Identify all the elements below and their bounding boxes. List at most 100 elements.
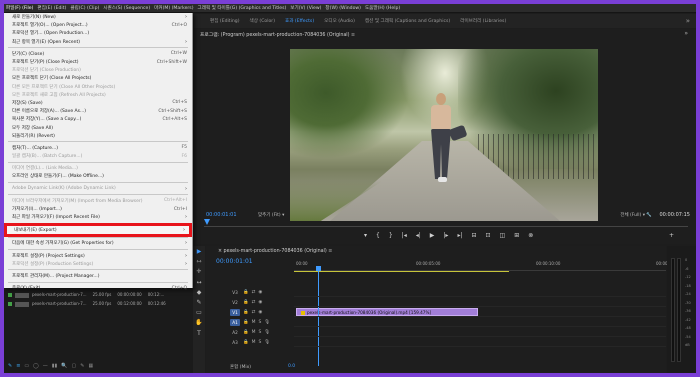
playback-quality-select[interactable]: 전체 (Full) ▾ 🔧: [620, 212, 652, 218]
tool-icon[interactable]: ◆: [197, 289, 202, 296]
menu-item[interactable]: 최근 항목 열기(E) (Open Recent) ›: [4, 38, 192, 46]
menu-item[interactable]: 최근 파일 가져오기(F) (Import Recent File) ›: [4, 213, 192, 221]
transport-button-icon[interactable]: {: [376, 232, 380, 240]
panel-menu-icon[interactable]: »: [684, 30, 688, 37]
sync-icon[interactable]: ⇄: [252, 300, 256, 305]
menu-item[interactable]: 프로젝트 관리자(M)... (Project Manager...): [4, 272, 192, 280]
workspace-tab[interactable]: 캡션 및 그래픽 (Captions and Graphics): [365, 18, 450, 24]
project-tool-icon[interactable]: ▢: [72, 363, 77, 369]
lock-icon[interactable]: 🔒: [243, 330, 249, 335]
timeline-title[interactable]: × pexels-mart-production-7084036 (Origin…: [218, 249, 332, 254]
lock-icon[interactable]: 🔒: [243, 300, 249, 305]
tool-icon[interactable]: ✎: [196, 299, 201, 306]
track-name[interactable]: A1: [230, 319, 240, 326]
lock-icon[interactable]: 🔒: [243, 290, 249, 295]
tool-icon[interactable]: ▭: [196, 309, 202, 316]
timeline-ruler[interactable]: 00:0000:00:05:0000:00:10:0000:00:15:00: [294, 261, 680, 271]
menu-item[interactable]: 프로덕션 열기... (Open Production...): [4, 29, 192, 37]
workspace-tab[interactable]: 색상 (Color): [250, 18, 276, 24]
transport-button-icon[interactable]: ▶: [430, 232, 435, 240]
mic-icon[interactable]: 🎙: [264, 340, 270, 345]
lock-icon[interactable]: 🔒: [243, 340, 249, 345]
work-area-bar[interactable]: [294, 271, 509, 272]
sync-icon[interactable]: ⇄: [252, 290, 256, 295]
track-lane[interactable]: [294, 288, 666, 297]
tool-icon[interactable]: ✋: [195, 319, 202, 326]
add-button-icon[interactable]: +: [669, 232, 674, 240]
menu-item[interactable]: 클립(C) (Clip): [70, 5, 99, 11]
zoom-fit-select[interactable]: 맞추기 (Fit) ▾: [258, 212, 284, 218]
project-item-row[interactable]: pexels-mart-production-7... 25.00 fps 00:0…: [8, 292, 188, 299]
tool-icon[interactable]: ▶: [197, 248, 202, 255]
menu-item[interactable]: 도움말(H) (Help): [365, 5, 400, 11]
menu-item[interactable]: 오프라인 상태로 만들기(F)... (Make Offline...): [4, 172, 192, 180]
project-tool-icon[interactable]: ▮▮: [52, 363, 58, 369]
program-ruler[interactable]: [204, 221, 688, 227]
track-name[interactable]: V1: [230, 309, 240, 316]
transport-button-icon[interactable]: ◂|: [416, 232, 421, 240]
menu-item[interactable]: 되돌리기(R) (Revert): [4, 132, 192, 140]
menu-item-export[interactable]: 내보내기(E) (Export) ›: [4, 223, 192, 238]
track-name[interactable]: V3: [230, 289, 240, 296]
mic-icon[interactable]: 🎙: [264, 330, 270, 335]
mute-icon[interactable]: M: [252, 330, 256, 335]
transport-button-icon[interactable]: }: [389, 232, 393, 240]
project-tool-icon[interactable]: ▭: [24, 363, 29, 369]
project-tool-icon[interactable]: ✎: [80, 363, 84, 369]
eye-icon[interactable]: ◉: [258, 310, 262, 315]
menu-item[interactable]: 모두 저장 (Save All): [4, 123, 192, 131]
mute-icon[interactable]: M: [252, 340, 256, 345]
menu-item[interactable]: 다른 이름으로 저장(A)... (Save As...) Ctrl+Shift+…: [4, 107, 192, 115]
track-name[interactable]: A3: [230, 339, 240, 346]
project-tool-icon[interactable]: —: [43, 363, 48, 369]
transport-button-icon[interactable]: ◫: [500, 232, 506, 240]
transport-button-icon[interactable]: ⊞: [514, 232, 519, 240]
program-monitor-title[interactable]: 프로그램: (Program) pexels-mart-production-7…: [200, 31, 355, 38]
solo-icon[interactable]: S: [259, 340, 262, 345]
menu-item[interactable]: 종료(X) (Exit) Ctrl+Q: [4, 284, 192, 292]
transport-button-icon[interactable]: ⊟: [471, 232, 476, 240]
transport-button-icon[interactable]: ▸|: [457, 232, 462, 240]
track-lane[interactable]: [294, 298, 666, 307]
transport-button-icon[interactable]: ⊡: [486, 232, 491, 240]
transport-button-icon[interactable]: |◂: [402, 232, 407, 240]
sync-icon[interactable]: ⇄: [252, 310, 256, 315]
menu-item[interactable]: 시퀀스(S) (Sequence): [103, 5, 150, 11]
track-lane[interactable]: [294, 338, 666, 347]
track-lane[interactable]: [294, 308, 666, 317]
mix-value[interactable]: 0.0: [288, 364, 295, 369]
project-tool-icon[interactable]: ◯: [33, 363, 39, 369]
eye-icon[interactable]: ◉: [258, 290, 262, 295]
menu-item[interactable]: 다음에 대한 속성 가져오기(G) (Get Properties for) ›: [4, 239, 192, 247]
menu-item[interactable]: 보기(V) (View): [290, 5, 321, 11]
project-tool-icon[interactable]: 🔍: [61, 363, 67, 369]
program-current-timecode[interactable]: 00:00:01:01: [206, 212, 237, 218]
menu-item[interactable]: 프로젝트 설정(P) (Project Settings) ›: [4, 252, 192, 260]
tool-icon[interactable]: T: [197, 330, 201, 337]
menu-item[interactable]: 프로젝트 열기(O)... (Open Project...) Ctrl+O: [4, 21, 192, 29]
track-name[interactable]: V2: [230, 299, 240, 306]
menu-item[interactable]: 캡처(T)... (Capture...) F5: [4, 144, 192, 152]
project-item-row[interactable]: pexels-mart-production-7... 25.00 fps 00:1…: [8, 301, 188, 308]
project-tool-icon[interactable]: ✎: [8, 363, 12, 369]
menu-item[interactable]: 그래픽 및 타이틀(G) (Graphics and Titles): [198, 5, 287, 11]
solo-icon[interactable]: S: [259, 330, 262, 335]
menu-item[interactable]: 파일(F) (File): [6, 5, 33, 11]
menu-item[interactable]: 새로 만들기(N) (New) ›: [4, 13, 192, 21]
workspace-tab[interactable]: 효과 (Effects): [285, 18, 314, 24]
lock-icon[interactable]: 🔒: [243, 310, 249, 315]
transport-button-icon[interactable]: |▸: [443, 232, 448, 240]
mic-icon[interactable]: 🎙: [264, 320, 270, 325]
project-tool-icon[interactable]: ≡: [16, 363, 20, 369]
solo-icon[interactable]: S: [259, 320, 262, 325]
mute-icon[interactable]: M: [252, 320, 256, 325]
menu-item[interactable]: 프로젝트 닫기(P) (Close Project) Ctrl+Shift+W: [4, 58, 192, 66]
workspace-overflow-icon[interactable]: »: [686, 17, 690, 25]
track-name[interactable]: A2: [230, 329, 240, 336]
workspace-tab[interactable]: 오디오 (Audio): [324, 18, 355, 24]
menu-item[interactable]: 편집(E) (Edit): [37, 5, 66, 11]
eye-icon[interactable]: ◉: [258, 300, 262, 305]
track-lane[interactable]: [294, 318, 666, 327]
workspace-tab[interactable]: 라이브러리 (Libraries): [460, 18, 506, 24]
project-tool-icon[interactable]: ▦: [88, 363, 93, 369]
